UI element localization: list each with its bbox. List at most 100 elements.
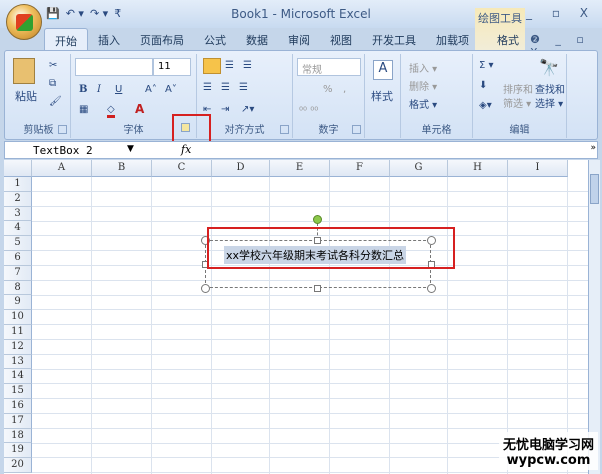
- gridline: [32, 427, 588, 429]
- group-label-cells: 单元格: [421, 125, 452, 136]
- row-header-14[interactable]: 14: [4, 369, 32, 385]
- styles-icon[interactable]: A: [373, 60, 393, 80]
- tab-developer[interactable]: 开发工具: [362, 28, 426, 50]
- tab-insert[interactable]: 插入: [88, 28, 130, 50]
- row-header-19[interactable]: 19: [4, 443, 32, 459]
- font-name-select[interactable]: [75, 58, 153, 76]
- group-number: 常规 % , ⁰⁰ ⁰⁰ 数字: [293, 54, 365, 138]
- sort-filter-button[interactable]: 排序和 筛选 ▾: [503, 84, 533, 112]
- tab-formulas[interactable]: 公式: [194, 28, 236, 50]
- clear-icon[interactable]: ◈▾: [479, 100, 492, 111]
- tab-data[interactable]: 数据: [236, 28, 278, 50]
- column-header-E[interactable]: E: [270, 160, 330, 177]
- row-header-2[interactable]: 2: [4, 191, 32, 207]
- cut-icon[interactable]: ✂: [49, 60, 57, 71]
- group-label-editing: 编辑: [509, 125, 530, 136]
- align-right-icon[interactable]: ☰: [239, 82, 248, 93]
- vertical-scrollbar[interactable]: [588, 160, 600, 474]
- row-header-10[interactable]: 10: [4, 310, 32, 325]
- grow-font-button[interactable]: A˄: [145, 84, 157, 95]
- column-header-A[interactable]: A: [32, 160, 92, 177]
- row-header-7[interactable]: 7: [4, 265, 32, 281]
- select-all-corner[interactable]: [4, 160, 32, 177]
- worksheet-grid[interactable]: ABCDEFGHI 1 2 3 4 5 6 7 8 9 10 11 12 13 14 15 16 17 18 19 2…: [4, 160, 588, 474]
- format-cells-button[interactable]: 格式 ▾: [409, 96, 437, 111]
- row-header-18[interactable]: 18: [4, 428, 32, 444]
- resize-handle[interactable]: [314, 285, 321, 292]
- scroll-thumb[interactable]: [590, 174, 599, 204]
- border-icon[interactable]: ▦: [79, 104, 88, 115]
- column-header-H[interactable]: H: [448, 160, 508, 177]
- format-painter-icon[interactable]: 🖌: [49, 96, 62, 107]
- comma-button[interactable]: ,: [343, 84, 346, 95]
- name-box[interactable]: TextBox 2: [33, 144, 93, 157]
- resize-handle[interactable]: [427, 284, 436, 293]
- column-header-C[interactable]: C: [152, 160, 212, 177]
- autosum-button[interactable]: Σ ▾: [479, 60, 494, 71]
- row-header-15[interactable]: 15: [4, 384, 32, 399]
- column-header-F[interactable]: F: [330, 160, 390, 177]
- tab-home[interactable]: 开始: [44, 28, 88, 50]
- align-top-icon[interactable]: [203, 58, 221, 74]
- row-header-12[interactable]: 12: [4, 339, 32, 355]
- row-header-8[interactable]: 8: [4, 280, 32, 296]
- tab-addins[interactable]: 加载项: [426, 28, 479, 50]
- align-bottom-icon[interactable]: ☰: [243, 60, 252, 71]
- bold-button[interactable]: B: [79, 84, 87, 95]
- row-header-3[interactable]: 3: [4, 206, 32, 222]
- decimal-icons[interactable]: ⁰⁰ ⁰⁰: [299, 106, 318, 117]
- row-header-11[interactable]: 11: [4, 325, 32, 340]
- name-box-dropdown-icon[interactable]: ▼: [127, 144, 134, 154]
- row-header-20[interactable]: 20: [4, 458, 32, 473]
- alignment-launcher-icon[interactable]: [280, 125, 289, 134]
- office-button[interactable]: [6, 4, 42, 40]
- group-editing: Σ ▾ ⬇ ◈▾ 排序和 筛选 ▾ 查找和 选择 ▾ 🔭 编辑: [473, 54, 567, 138]
- row-header-9[interactable]: 9: [4, 295, 32, 311]
- column-header-D[interactable]: D: [212, 160, 270, 177]
- underline-button[interactable]: U: [115, 84, 122, 95]
- tab-page-layout[interactable]: 页面布局: [130, 28, 194, 50]
- increase-indent-icon[interactable]: ⇥: [221, 104, 229, 115]
- column-header-G[interactable]: G: [390, 160, 448, 177]
- insert-function-button[interactable]: fx: [181, 143, 191, 156]
- shrink-font-button[interactable]: A˅: [165, 84, 177, 95]
- fill-color-icon[interactable]: ◇: [107, 104, 115, 118]
- row-header-16[interactable]: 16: [4, 399, 32, 414]
- row-header-5[interactable]: 5: [4, 236, 32, 251]
- row-header-4[interactable]: 4: [4, 221, 32, 237]
- column-header-B[interactable]: B: [92, 160, 152, 177]
- insert-cells-button[interactable]: 插入 ▾: [409, 60, 437, 75]
- orientation-icon[interactable]: ↗▾: [241, 104, 254, 115]
- tab-format[interactable]: 格式: [487, 28, 529, 50]
- tab-review[interactable]: 审阅: [278, 28, 320, 50]
- window-controls[interactable]: _ ▫ X: [526, 6, 596, 20]
- paste-icon[interactable]: [13, 58, 35, 84]
- rotation-handle[interactable]: [313, 215, 322, 224]
- copy-icon[interactable]: ⧉: [49, 78, 56, 89]
- delete-cells-button[interactable]: 删除 ▾: [409, 78, 437, 93]
- align-left-icon[interactable]: ☰: [203, 82, 212, 93]
- tab-view[interactable]: 视图: [320, 28, 362, 50]
- resize-handle[interactable]: [201, 284, 210, 293]
- number-format-select[interactable]: 常规: [297, 58, 361, 76]
- paste-button[interactable]: 粘贴: [15, 88, 37, 104]
- percent-button[interactable]: %: [323, 84, 333, 95]
- row-header-1[interactable]: 1: [4, 177, 32, 192]
- fill-icon[interactable]: ⬇: [479, 80, 487, 91]
- italic-button[interactable]: I: [97, 84, 101, 95]
- styles-button[interactable]: 样式: [371, 88, 393, 104]
- watermark: 无忧电脑学习网 wypcw.com: [498, 432, 598, 470]
- number-launcher-icon[interactable]: [352, 125, 361, 134]
- find-select-button[interactable]: 查找和 选择 ▾: [535, 84, 565, 112]
- row-header-6[interactable]: 6: [4, 251, 32, 266]
- row-header-17[interactable]: 17: [4, 413, 32, 429]
- align-middle-icon[interactable]: ☰: [225, 60, 234, 71]
- expand-formula-bar-icon[interactable]: »: [590, 143, 596, 153]
- row-header-13[interactable]: 13: [4, 354, 32, 370]
- font-size-select[interactable]: 11: [153, 58, 191, 76]
- clipboard-launcher-icon[interactable]: [58, 125, 67, 134]
- font-color-icon[interactable]: A: [135, 102, 144, 116]
- column-header-I[interactable]: I: [508, 160, 568, 177]
- formula-input[interactable]: [205, 143, 585, 157]
- align-center-icon[interactable]: ☰: [221, 82, 230, 93]
